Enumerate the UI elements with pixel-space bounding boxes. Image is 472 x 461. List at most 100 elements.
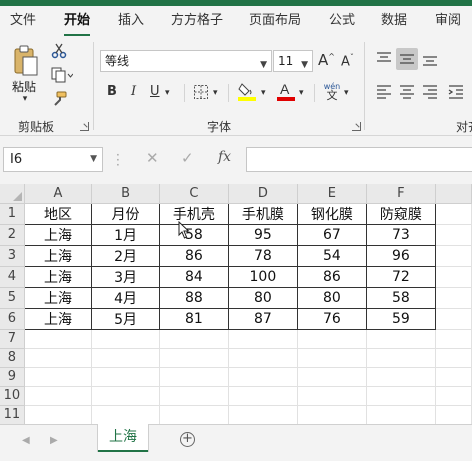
cell[interactable] <box>366 329 436 349</box>
header-cell[interactable]: 地区 <box>23 202 93 225</box>
cell[interactable]: 96 <box>365 244 436 267</box>
cell[interactable] <box>228 367 298 387</box>
format-painter-icon[interactable] <box>50 90 68 108</box>
chevron-down-icon[interactable]: ▾ <box>213 88 218 98</box>
cell[interactable]: 58 <box>365 286 436 309</box>
worksheet-grid[interactable]: A B C D E F 1 地区 月份 手机壳 手机膜 钢化膜 防窥膜 2 上海 <box>0 184 472 424</box>
cell[interactable] <box>435 245 472 267</box>
cell[interactable] <box>228 386 298 406</box>
cell[interactable]: 3月 <box>91 265 160 288</box>
align-right-icon[interactable] <box>420 83 440 101</box>
cell[interactable] <box>91 329 160 349</box>
cell[interactable] <box>159 329 229 349</box>
cell[interactable]: 上海 <box>23 244 93 267</box>
row-header[interactable]: 9 <box>0 367 25 387</box>
row-header[interactable]: 10 <box>0 386 25 406</box>
cell[interactable] <box>297 386 367 406</box>
name-box[interactable]: I6 ▼ <box>3 147 103 172</box>
cell[interactable]: 80 <box>296 286 367 309</box>
indent-icon[interactable] <box>446 83 466 101</box>
insert-function-icon[interactable]: fx <box>218 149 231 165</box>
sheet-tab-shanghai[interactable]: 上海 <box>98 424 148 452</box>
cell[interactable] <box>91 348 160 368</box>
cell[interactable] <box>159 367 229 387</box>
tab-file[interactable]: 文件 <box>10 12 36 30</box>
row-header[interactable]: 7 <box>0 329 25 349</box>
cell[interactable] <box>435 367 472 387</box>
grow-font-icon[interactable]: A^ <box>318 51 335 69</box>
cell[interactable] <box>435 308 472 330</box>
cell[interactable]: 86 <box>158 244 229 267</box>
cell[interactable]: 81 <box>158 307 229 330</box>
cell[interactable] <box>228 405 298 424</box>
cell[interactable] <box>24 367 93 387</box>
shrink-font-icon[interactable]: Aˇ <box>341 53 354 69</box>
cell[interactable] <box>159 386 229 406</box>
cell[interactable] <box>435 329 472 349</box>
borders-icon[interactable] <box>192 83 210 101</box>
underline-button[interactable]: U <box>150 84 160 99</box>
cell[interactable] <box>366 405 436 424</box>
tab-page-layout[interactable]: 页面布局 <box>249 12 301 30</box>
column-header[interactable]: D <box>228 184 298 204</box>
cell[interactable] <box>366 367 436 387</box>
tab-fangfanggezi[interactable]: 方方格子 <box>171 12 223 30</box>
bold-button[interactable]: B <box>107 84 117 99</box>
cell[interactable] <box>435 386 472 406</box>
column-header[interactable]: B <box>91 184 160 204</box>
cell[interactable] <box>297 348 367 368</box>
formula-input[interactable] <box>246 147 472 172</box>
align-left-icon[interactable] <box>374 83 394 101</box>
row-header[interactable]: 8 <box>0 348 25 368</box>
align-bottom-icon[interactable] <box>420 50 440 68</box>
cell[interactable] <box>366 348 436 368</box>
tab-insert[interactable]: 插入 <box>118 12 144 30</box>
paste-label[interactable]: 粘贴 <box>12 78 36 95</box>
cell[interactable] <box>24 386 93 406</box>
cell[interactable]: 100 <box>227 265 298 288</box>
column-header[interactable]: A <box>24 184 93 204</box>
cell[interactable]: 58 <box>158 223 229 246</box>
cell[interactable]: 72 <box>365 265 436 288</box>
cell[interactable]: 2月 <box>91 244 160 267</box>
cell[interactable] <box>297 367 367 387</box>
cell[interactable] <box>159 405 229 424</box>
cell[interactable] <box>91 405 160 424</box>
chevron-down-icon[interactable]: ▾ <box>261 88 266 98</box>
row-header[interactable]: 5 <box>0 287 25 309</box>
scroll-left-icon[interactable]: ◀ <box>22 435 30 446</box>
chevron-down-icon[interactable]: ▾ <box>299 88 304 98</box>
cell[interactable]: 86 <box>296 265 367 288</box>
cut-icon[interactable] <box>50 42 68 60</box>
row-header[interactable]: 2 <box>0 224 25 246</box>
italic-button[interactable]: I <box>131 84 136 99</box>
header-cell[interactable]: 手机壳 <box>158 202 229 225</box>
cell[interactable] <box>228 329 298 349</box>
cell[interactable] <box>435 266 472 288</box>
cell[interactable]: 54 <box>296 244 367 267</box>
cell[interactable]: 73 <box>365 223 436 246</box>
cell[interactable] <box>159 348 229 368</box>
tab-data[interactable]: 数据 <box>381 12 407 30</box>
fill-color-icon[interactable] <box>236 80 258 102</box>
cell[interactable]: 88 <box>158 286 229 309</box>
cell[interactable] <box>24 348 93 368</box>
row-header[interactable]: 3 <box>0 245 25 267</box>
cell[interactable]: 95 <box>227 223 298 246</box>
font-size-select[interactable]: 11 ▼ <box>273 50 313 72</box>
align-top-icon[interactable] <box>374 50 394 68</box>
select-all-corner[interactable] <box>0 184 25 204</box>
row-header[interactable]: 1 <box>0 203 25 225</box>
align-center-icon[interactable] <box>397 83 417 101</box>
chevron-down-icon[interactable]: ▾ <box>344 88 349 98</box>
cell[interactable]: 80 <box>227 286 298 309</box>
column-header[interactable] <box>435 184 472 204</box>
cell[interactable] <box>297 329 367 349</box>
header-cell[interactable]: 月份 <box>91 202 160 225</box>
cell[interactable] <box>435 224 472 246</box>
formula-bar-grip-icon[interactable]: · · · <box>116 149 120 171</box>
font-color-icon[interactable]: A <box>276 80 296 102</box>
cell[interactable] <box>24 405 93 424</box>
copy-icon[interactable] <box>50 66 74 84</box>
cell[interactable]: 76 <box>296 307 367 330</box>
